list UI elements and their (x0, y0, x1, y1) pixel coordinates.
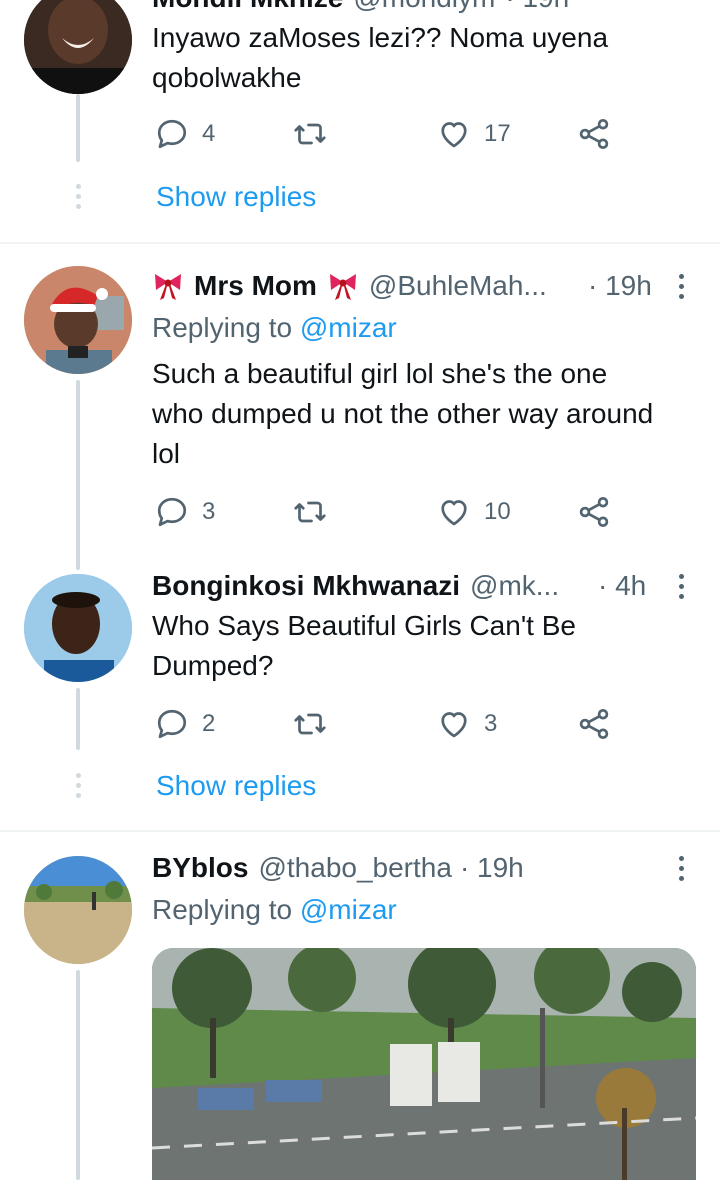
divider (0, 830, 720, 832)
thread-line (76, 380, 80, 570)
reply-count: 2 (202, 710, 216, 737)
thread-line (76, 94, 80, 162)
like-button[interactable]: 3 (436, 702, 497, 746)
timestamp[interactable]: · 4h (598, 566, 646, 606)
tweet-actions: 2 3 (152, 702, 622, 746)
avatar[interactable] (24, 574, 132, 682)
share-button[interactable] (576, 702, 612, 746)
reply-button[interactable]: 2 (154, 702, 215, 746)
tweet-header: Mrs Mom @BuhleMah... (152, 266, 547, 306)
tweet-header: Bonginkosi Mkhwanazi @mk... (152, 566, 559, 606)
like-count: 17 (484, 120, 511, 147)
retweet-icon (294, 713, 326, 735)
reply-icon (157, 497, 187, 527)
tweet-text: qobolwakhe (152, 62, 302, 93)
replying-to-label: Replying to (152, 894, 293, 925)
retweet-icon (294, 501, 326, 523)
display-name[interactable]: Mrs Mom (194, 266, 317, 306)
like-button[interactable]: 10 (436, 490, 511, 534)
replying-to: Replying to @mizar (152, 890, 397, 930)
handle[interactable]: @thabo_bertha (258, 848, 451, 888)
handle[interactable]: @BuhleMah... (369, 266, 547, 306)
reply-count: 3 (202, 498, 216, 525)
timestamp[interactable]: · 19h (505, 0, 569, 18)
ribbon-icon (329, 274, 356, 300)
replying-to-handle[interactable]: @mizar (300, 894, 397, 925)
tweet-text: Inyawo zaMoses lezi?? Noma uyena (152, 22, 609, 53)
divider (0, 242, 720, 244)
thread-line (76, 970, 80, 1180)
tweet-text: Such a beautiful girl lol she's the one (152, 358, 608, 389)
more-icon[interactable] (676, 274, 686, 299)
replying-to: Replying to @mizar (152, 308, 397, 348)
retweet-icon (294, 123, 326, 145)
replying-to-handle[interactable]: @mizar (300, 312, 397, 343)
retweet-button[interactable] (292, 112, 328, 156)
reply-button[interactable]: 3 (154, 490, 215, 534)
thread-line (76, 688, 80, 750)
tweet-actions: 3 10 (152, 490, 622, 534)
share-button[interactable] (576, 112, 612, 156)
retweet-button[interactable] (292, 490, 328, 534)
replying-to-label: Replying to (152, 312, 293, 343)
ribbon-icon (155, 274, 181, 300)
tweet-media-video[interactable] (152, 948, 696, 1180)
heart-icon (441, 712, 467, 738)
share-icon (579, 709, 609, 739)
tweet-text: Dumped? (152, 650, 274, 681)
handle[interactable]: @mk... (470, 566, 559, 606)
timestamp[interactable]: · 19h (588, 266, 652, 306)
avatar[interactable] (24, 856, 132, 964)
reply-button[interactable]: 4 (154, 112, 215, 156)
like-count: 10 (484, 498, 511, 525)
more-icon[interactable] (676, 574, 686, 599)
share-button[interactable] (576, 490, 612, 534)
tweet-header: BYblos @thabo_bertha · 19h (152, 848, 524, 888)
tweet-text: lol (152, 438, 181, 469)
retweet-button[interactable] (292, 702, 328, 746)
show-replies-link[interactable]: Show replies (156, 766, 316, 806)
reply-icon (157, 709, 187, 739)
handle[interactable]: @mondlym (353, 0, 495, 18)
thread-continuation-dots (75, 773, 81, 798)
heart-icon (441, 122, 467, 148)
tweet-text: Who Says Beautiful Girls Can't Be (152, 610, 576, 641)
reply-icon (157, 119, 187, 149)
more-icon[interactable] (676, 856, 686, 881)
like-count: 3 (484, 710, 498, 737)
like-button[interactable]: 17 (436, 112, 511, 156)
reply-count: 4 (202, 120, 216, 147)
share-icon (579, 497, 609, 527)
share-icon (579, 119, 609, 149)
display-name[interactable]: BYblos (152, 848, 248, 888)
avatar[interactable] (24, 266, 132, 374)
heart-icon (441, 500, 467, 526)
tweet-actions: 4 17 (152, 112, 622, 156)
tweet-text: who dumped u not the other way around (152, 398, 654, 429)
display-name[interactable]: Bonginkosi Mkhwanazi (152, 566, 460, 606)
show-replies-link[interactable]: Show replies (156, 177, 316, 217)
timestamp[interactable]: · 19h (460, 848, 524, 888)
avatar[interactable] (24, 0, 132, 94)
display-name[interactable]: Mondli Mkhize (152, 0, 343, 18)
thread-continuation-dots (75, 184, 81, 209)
tweet-header: Mondli Mkhize @mondlym · 19h (152, 0, 569, 18)
